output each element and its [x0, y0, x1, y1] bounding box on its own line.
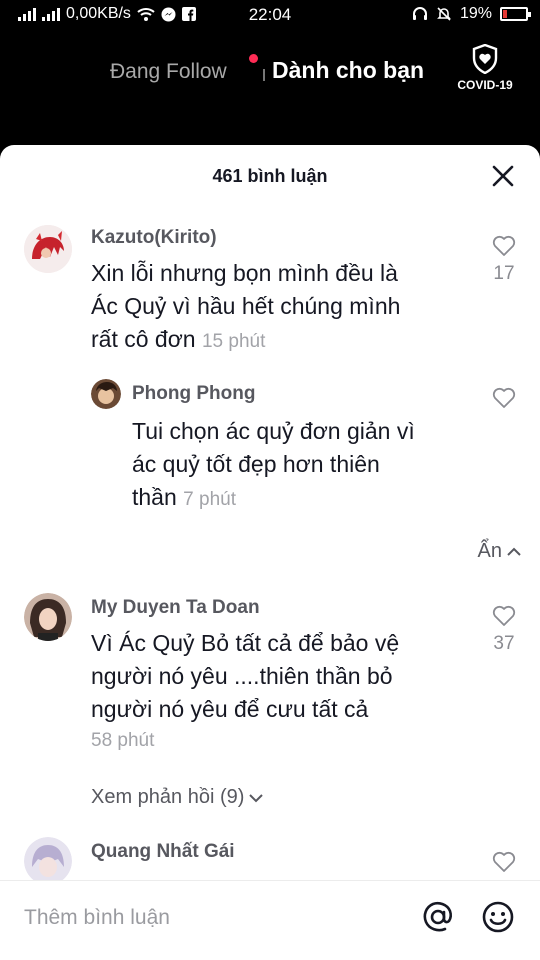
avatar[interactable] — [24, 593, 72, 641]
covid-label: COVID-19 — [457, 78, 513, 92]
comment-line: người nó yêu để cưu tất cả — [91, 696, 369, 722]
comment-line: Vì Ác Quỷ Bỏ tất cả để bảo vệ — [91, 630, 400, 656]
like-count: 37 — [493, 633, 515, 654]
like-button[interactable]: 17 — [484, 235, 524, 285]
comment-line: Xin lỗi nhưng bọn mình đều là — [91, 260, 398, 286]
reply-time: 7 phút — [183, 489, 236, 510]
avatar[interactable] — [24, 225, 72, 273]
notification-dot — [249, 54, 258, 63]
view-replies-button[interactable]: Xem phản hồi (9) — [91, 786, 264, 809]
comments-sheet: 461 bình luận Kazuto(Kirito) Xin lỗi như… — [0, 145, 540, 960]
comment-time: 15 phút — [201, 331, 266, 352]
comment-line-last: rất cô đơn 15 phút — [91, 323, 400, 358]
heart-icon — [492, 387, 516, 408]
view-replies-label: Xem phản hồi (9) — [91, 786, 245, 808]
comment-username[interactable]: Kazuto(Kirito) — [91, 227, 217, 249]
hide-replies-button[interactable]: Ẩn — [478, 540, 522, 563]
comment-line: người nó yêu ....thiên thần bỏ — [91, 663, 393, 689]
reply-line: Tui chọn ác quỷ đơn giản vì — [132, 418, 415, 444]
chevron-up-icon — [507, 547, 521, 556]
heart-icon — [492, 851, 516, 872]
reply-line-last: thần 7 phút — [132, 481, 415, 516]
comment-text: Vì Ác Quỷ Bỏ tất cả để bảo vệ người nó y… — [91, 627, 399, 756]
comment-text: Xin lỗi nhưng bọn mình đều là Ác Quỷ vì … — [91, 257, 400, 358]
status-bar: 0,00KB/s 22:04 19% — [0, 0, 540, 30]
status-right: 19% — [412, 5, 531, 23]
reply-text: Tui chọn ác quỷ đơn giản vì ác quỷ tốt đ… — [132, 415, 415, 516]
avatar[interactable] — [24, 837, 72, 885]
tab-following[interactable]: Đang Follow — [110, 60, 227, 84]
comment-input-bar — [0, 880, 540, 960]
comment-line-text: rất cô đơn — [91, 326, 196, 352]
comment-time: 58 phút — [91, 730, 155, 751]
mention-icon[interactable] — [421, 900, 455, 934]
covid-button[interactable]: COVID-19 — [450, 44, 520, 92]
battery-percent: 19% — [459, 5, 492, 22]
like-button[interactable]: 37 — [484, 605, 524, 655]
top-nav: Đang Follow Dành cho bạn COVID-19 — [0, 30, 540, 145]
reply-line: ác quỷ tốt đẹp hơn thiên — [132, 451, 380, 477]
hide-label: Ẩn — [477, 540, 502, 562]
comment-line: Ác Quỷ vì hầu hết chúng mình — [91, 293, 401, 319]
comments-count-title: 461 bình luận — [212, 166, 328, 186]
like-button[interactable] — [484, 851, 524, 873]
headset-icon — [412, 7, 427, 20]
heart-icon — [492, 605, 516, 626]
comment-input[interactable] — [24, 901, 384, 935]
reply-line-text: thần — [132, 484, 177, 510]
comment-username[interactable]: Quang Nhất Gái — [91, 841, 235, 863]
chevron-down-icon — [249, 793, 264, 802]
heart-icon — [492, 235, 516, 256]
battery-icon — [500, 7, 531, 21]
bell-muted-icon — [437, 7, 451, 21]
comments-header: 461 bình luận — [0, 145, 540, 207]
tab-for-you[interactable]: Dành cho bạn — [272, 57, 424, 84]
close-icon[interactable] — [490, 163, 516, 189]
like-count: 17 — [493, 263, 515, 284]
comment-username[interactable]: My Duyen Ta Doan — [91, 597, 260, 619]
reply-username[interactable]: Phong Phong — [132, 383, 255, 405]
like-button[interactable] — [484, 387, 524, 409]
screen: 0,00KB/s 22:04 19% Đang Follow Dành cho … — [0, 0, 540, 960]
shield-heart-icon — [472, 44, 498, 74]
emoji-icon[interactable] — [481, 900, 515, 934]
avatar[interactable] — [91, 379, 121, 409]
tab-divider — [263, 69, 265, 81]
